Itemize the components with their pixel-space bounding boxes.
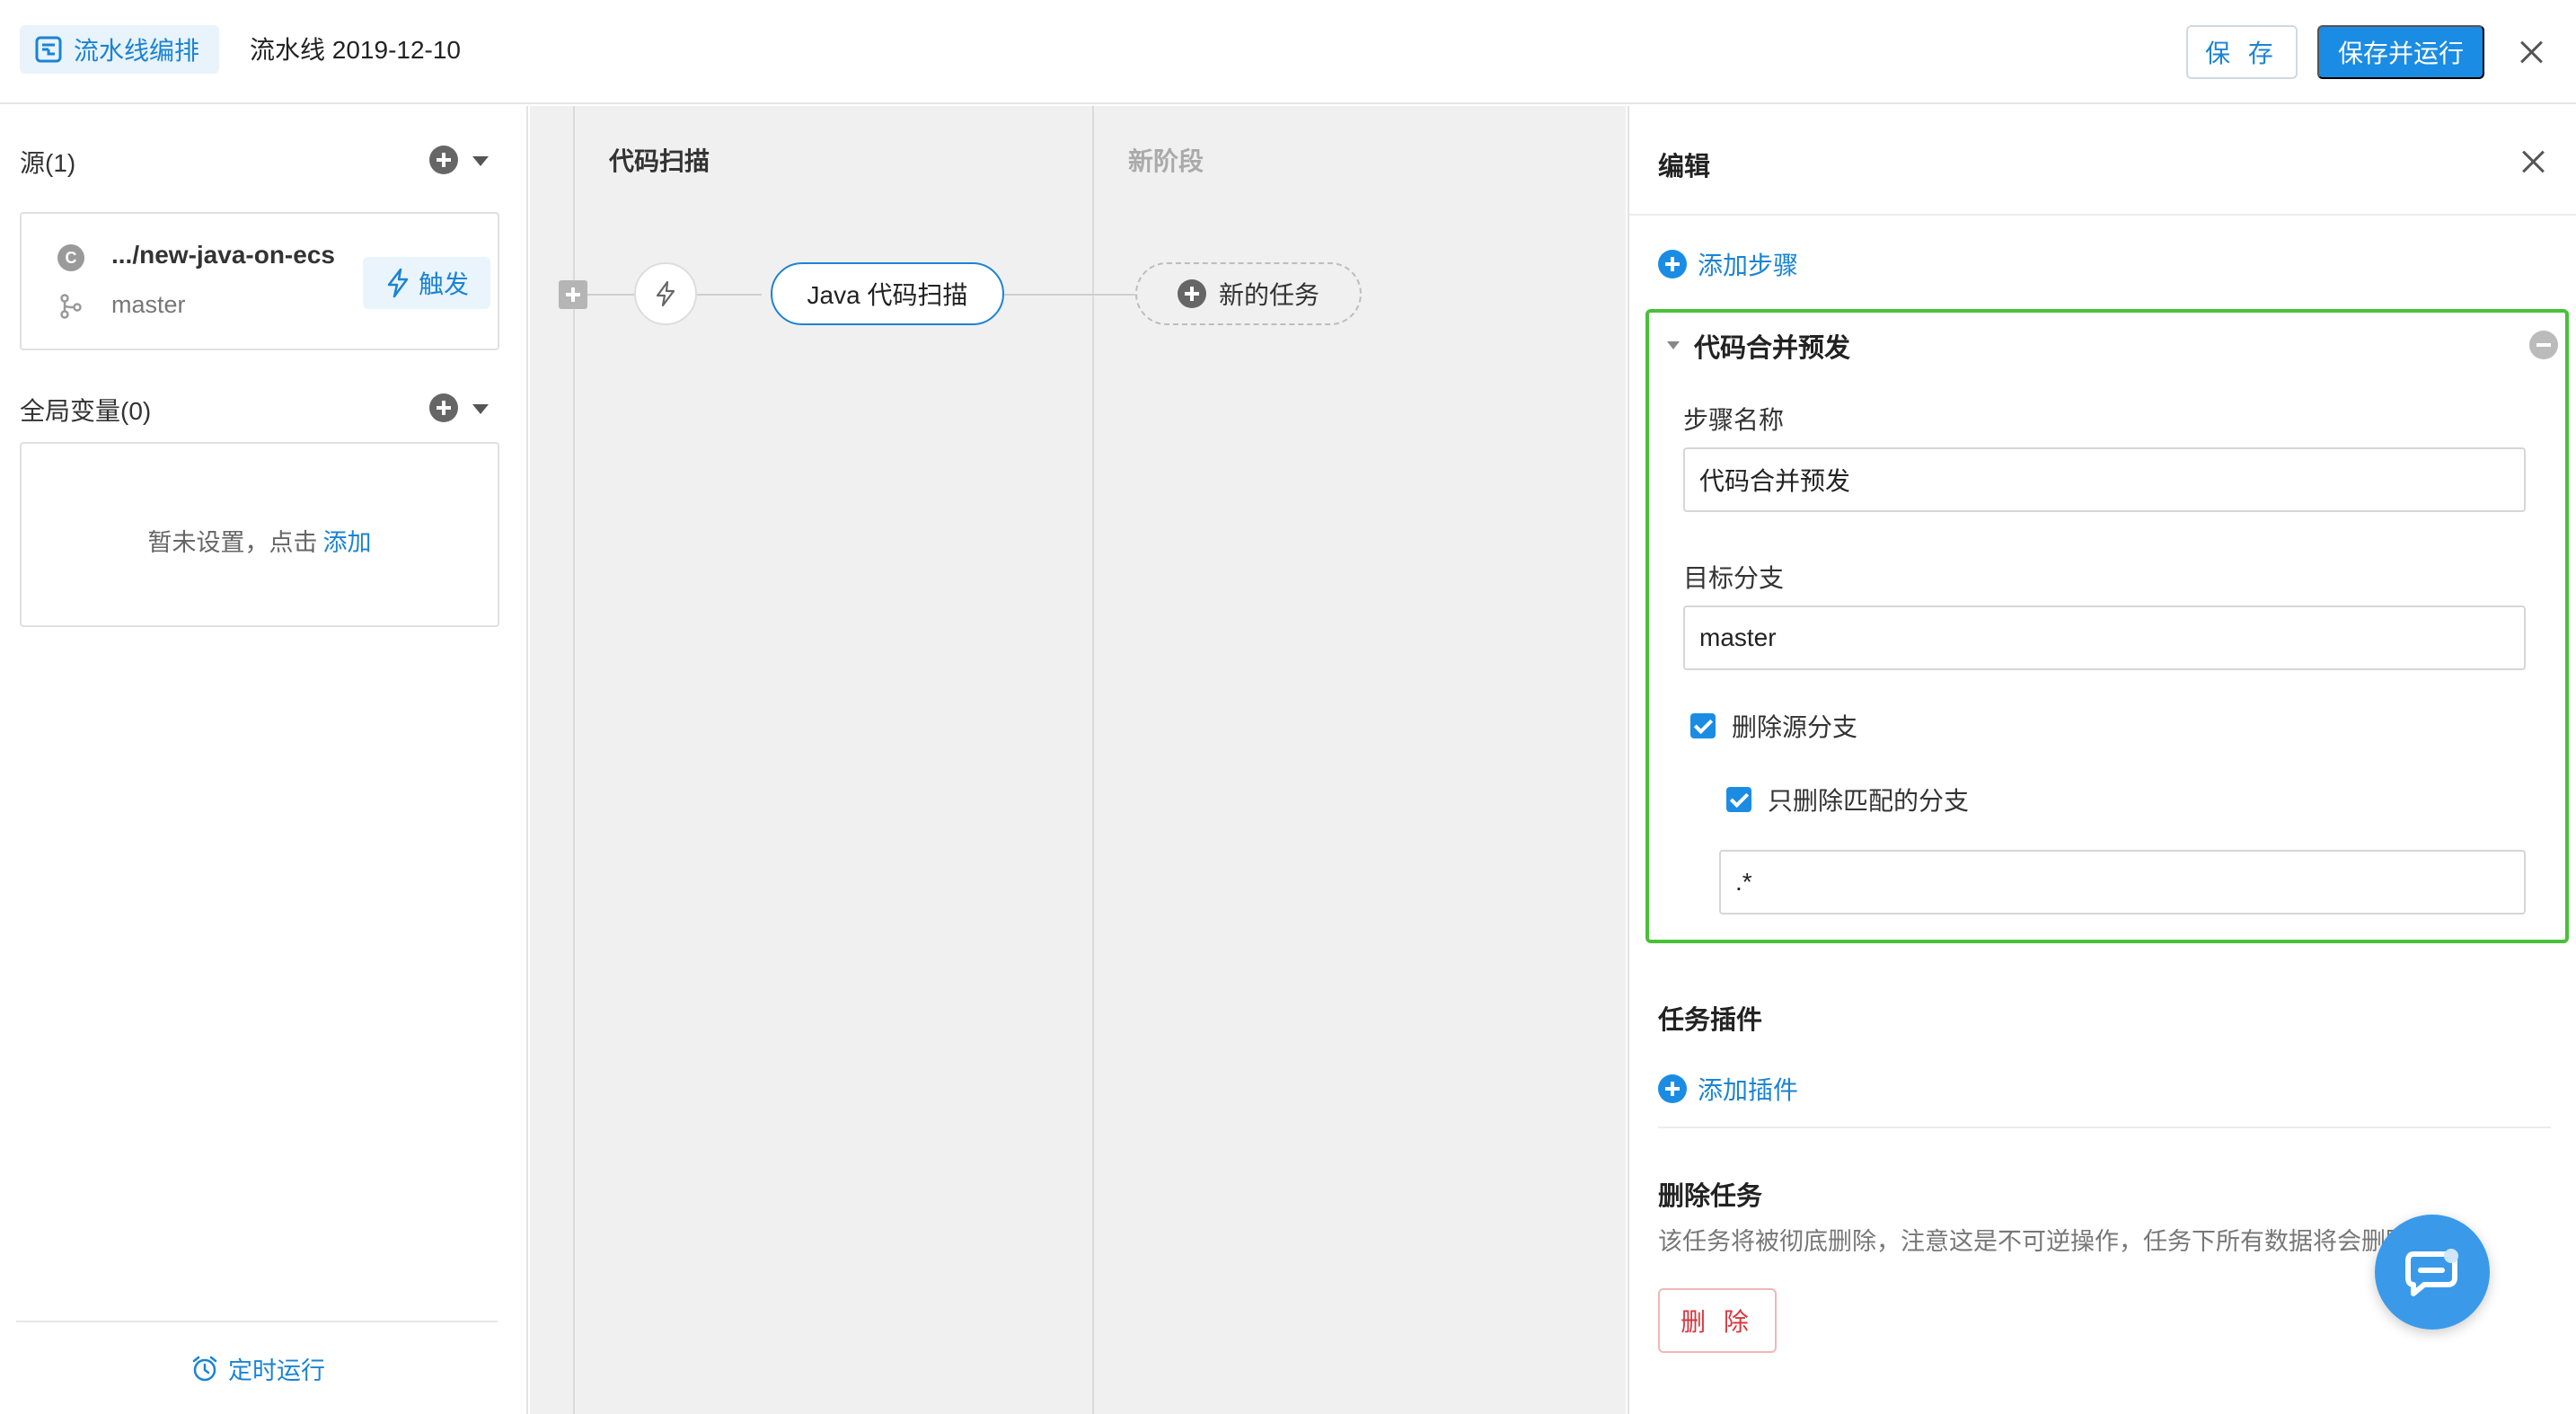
step-title[interactable]: 代码合并预发	[1694, 327, 1850, 365]
only-matched-checkbox[interactable]	[1726, 787, 1751, 812]
target-branch-label: 目标分支	[1683, 559, 1784, 595]
vars-empty-text: 暂未设置，点击	[148, 529, 318, 556]
chat-bubble-icon	[2401, 1245, 2464, 1299]
step-card-code-merge: 代码合并预发 步骤名称 目标分支 删除源分支 只删除匹配的分支	[1645, 309, 2569, 943]
only-matched-label: 只删除匹配的分支	[1768, 782, 1969, 817]
pipeline-icon	[34, 35, 63, 64]
plus-icon	[1658, 250, 1687, 278]
delete-source-label: 删除源分支	[1732, 708, 1857, 744]
collapse-caret-icon[interactable]	[1667, 341, 1680, 349]
connector-line	[1004, 294, 1135, 296]
save-and-run-button[interactable]: 保存并运行	[2317, 25, 2484, 79]
branch-pattern-input[interactable]	[1719, 850, 2526, 915]
add-source-icon[interactable]	[429, 146, 458, 174]
save-button[interactable]: 保 存	[2186, 25, 2298, 79]
stage-title-code-scan[interactable]: 代码扫描	[609, 142, 710, 178]
section-divider	[1658, 1127, 2551, 1128]
add-plugin-button[interactable]: 添加插件	[1658, 1071, 1798, 1107]
repo-icon: C	[57, 244, 84, 271]
delete-task-button[interactable]: 删 除	[1658, 1288, 1777, 1353]
target-branch-input[interactable]	[1683, 605, 2526, 670]
delete-task-title: 删除任务	[1658, 1175, 1762, 1213]
global-vars-card: 暂未设置，点击添加	[20, 442, 499, 627]
stage-divider	[1092, 106, 1094, 1414]
new-task-button[interactable]: 新的任务	[1135, 262, 1362, 325]
left-sidebar: 源(1) C .../new-java-on-ecs master 触发 全局变…	[0, 106, 528, 1414]
chevron-down-icon[interactable]	[472, 404, 489, 414]
source-section-title: 源(1)	[20, 144, 75, 180]
connector-line	[697, 294, 762, 296]
global-vars-title: 全局变量(0)	[20, 392, 151, 428]
schedule-run-button[interactable]: 定时运行	[0, 1351, 516, 1386]
add-step-label: 添加步骤	[1698, 246, 1798, 282]
alarm-clock-icon	[190, 1355, 219, 1383]
sidebar-divider	[16, 1321, 498, 1322]
step-name-label: 步骤名称	[1683, 401, 1784, 437]
pipeline-editor-label: 流水线编排	[74, 31, 199, 67]
schedule-run-label: 定时运行	[228, 1351, 325, 1386]
lightning-icon	[654, 280, 677, 307]
vars-empty-message: 暂未设置，点击添加	[22, 523, 498, 558]
add-parallel-icon[interactable]	[559, 280, 587, 309]
delete-task-description: 该任务将被彻底删除，注意这是不可逆操作，任务下所有数据将会删除	[1658, 1222, 2430, 1257]
header-divider	[1629, 214, 2576, 216]
pipeline-editor-tag[interactable]: 流水线编排	[20, 25, 219, 74]
close-icon[interactable]	[2517, 146, 2549, 178]
top-header: 流水线编排 流水线 2019-12-10 保 存 保存并运行	[0, 0, 2576, 104]
remove-step-icon[interactable]	[2529, 331, 2558, 359]
editor-title: 编辑	[1658, 146, 1710, 183]
step-name-input[interactable]	[1683, 447, 2526, 512]
plus-icon	[1658, 1074, 1687, 1103]
lightning-icon	[384, 268, 411, 298]
trigger-label: 触发	[419, 265, 469, 301]
plus-icon	[1178, 279, 1206, 308]
add-step-button[interactable]: 添加步骤	[1658, 246, 1798, 282]
branch-icon	[57, 293, 84, 320]
branch-name: master	[111, 291, 186, 319]
add-variable-link[interactable]: 添加	[323, 529, 372, 556]
delete-source-checkbox[interactable]	[1690, 713, 1716, 738]
task-java-code-scan[interactable]: Java 代码扫描	[771, 262, 1004, 325]
repo-name: .../new-java-on-ecs	[111, 241, 335, 270]
source-card[interactable]: C .../new-java-on-ecs master 触发	[20, 212, 499, 350]
new-task-label: 新的任务	[1219, 276, 1319, 312]
add-plugin-label: 添加插件	[1698, 1071, 1798, 1107]
task-plugins-title: 任务插件	[1658, 999, 1762, 1037]
chat-support-button[interactable]	[2375, 1215, 2490, 1330]
pipeline-canvas: 代码扫描 新阶段 Java 代码扫描 新的任务	[530, 106, 1626, 1414]
trigger-node[interactable]	[634, 262, 697, 325]
pipeline-name[interactable]: 流水线 2019-12-10	[250, 32, 461, 68]
add-variable-icon[interactable]	[429, 393, 458, 422]
trigger-button[interactable]: 触发	[363, 257, 490, 309]
new-stage-label[interactable]: 新阶段	[1128, 142, 1204, 178]
close-icon[interactable]	[2515, 36, 2547, 68]
chevron-down-icon[interactable]	[472, 156, 489, 166]
